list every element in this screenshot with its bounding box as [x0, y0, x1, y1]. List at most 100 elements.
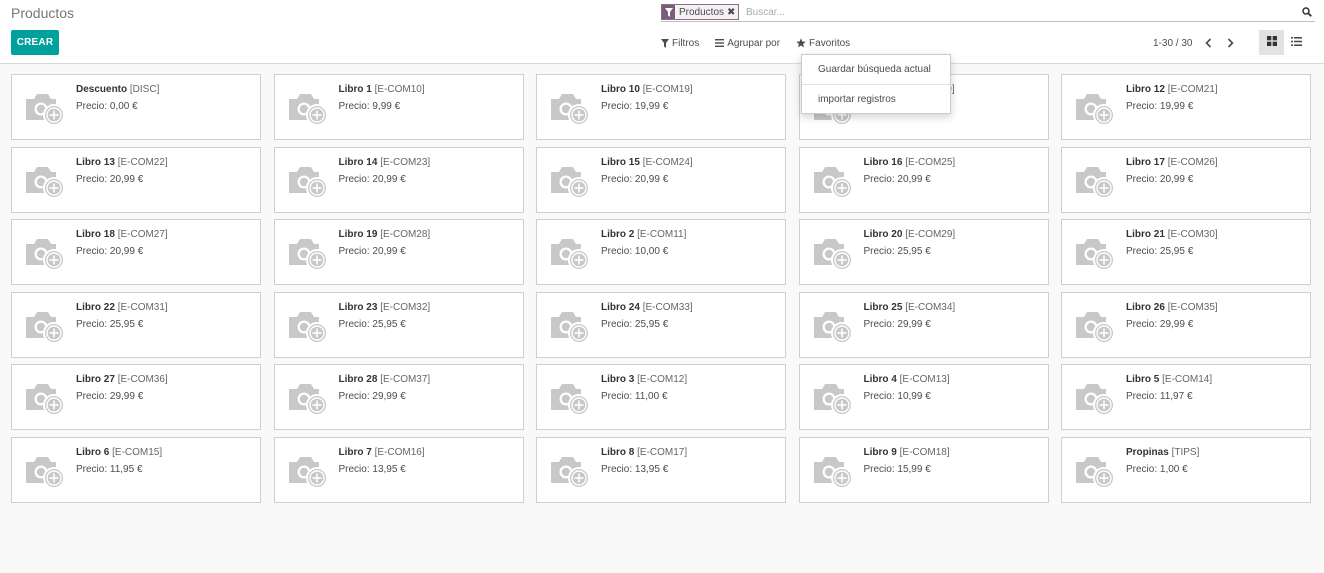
product-name-text: Propinas	[1126, 446, 1169, 458]
product-name: Libro 21 [E-COM30]	[1126, 229, 1218, 240]
product-card[interactable]: Libro 16 [E-COM25] Precio: 20,99 €	[798, 146, 1049, 213]
product-name-text: Libro 24	[601, 301, 640, 313]
kanban-view-button[interactable]	[1259, 30, 1284, 55]
product-name-text: Libro 23	[338, 301, 378, 313]
product-name-text: Libro 7	[338, 446, 372, 458]
product-card[interactable]: Libro 3 [E-COM12] Precio: 11,00 €	[536, 364, 786, 430]
product-price: Precio: 20,99 €	[338, 173, 406, 185]
product-card[interactable]: Libro 7 [E-COM16] Precio: 13,95 €	[273, 436, 524, 503]
camera-plus-icon	[1073, 88, 1117, 128]
product-card[interactable]: Libro 8 [E-COM17] Precio: 13,95 €	[536, 436, 786, 503]
list-icon	[1291, 36, 1302, 49]
product-name: Libro 13 [E-COM22]	[76, 157, 168, 168]
facet-value: Productos	[679, 6, 725, 18]
camera-plus-icon	[1073, 306, 1117, 346]
camera-plus-icon	[1073, 378, 1117, 418]
product-name-text: Libro 20	[863, 229, 903, 240]
product-price: Precio: 29,99 €	[338, 391, 406, 402]
product-card[interactable]: Libro 5 [E-COM14] Precio: 11,97 €	[1061, 364, 1311, 430]
product-name-text: Libro 27	[76, 374, 115, 385]
camera-plus-icon	[286, 306, 330, 346]
product-card[interactable]: Libro 24 [E-COM33] Precio: 25,95 €	[536, 291, 786, 358]
th-large-icon	[1266, 36, 1277, 49]
product-code: [E-COM10]	[374, 84, 425, 95]
product-price: Precio: 25,95 €	[601, 318, 669, 330]
product-price: Precio: 11,00 €	[601, 391, 668, 402]
pager: 1-30 / 30	[1153, 36, 1245, 50]
filter-icon	[662, 5, 675, 19]
view-switcher	[1259, 30, 1309, 55]
product-card[interactable]: Libro 22 [E-COM31] Precio: 25,95 €	[11, 291, 261, 358]
product-card[interactable]: Libro 17 [E-COM26] Precio: 20,99 €	[1061, 146, 1311, 213]
product-code: [E-COM27]	[117, 229, 168, 240]
bars-icon	[715, 39, 725, 47]
product-card[interactable]: Libro 20 [E-COM29] Precio: 25,95 €	[798, 219, 1049, 285]
product-name-text: Libro 12	[1126, 84, 1165, 95]
product-name: Libro 19 [E-COM28]	[339, 229, 431, 240]
product-card[interactable]: Libro 6 [E-COM15] Precio: 11,95 €	[11, 436, 261, 503]
product-card[interactable]: Libro 12 [E-COM21] Precio: 19,99 €	[1061, 74, 1311, 140]
product-price: Precio: 20,99 €	[76, 173, 144, 185]
search-facet[interactable]: Productos ✖	[661, 4, 740, 20]
product-card[interactable]: Libro 25 [E-COM34] Precio: 29,99 €	[798, 291, 1049, 358]
product-card[interactable]: Descuento [DISC] Precio: 0,00 €	[11, 74, 261, 140]
product-card[interactable]: Libro 15 [E-COM24] Precio: 20,99 €	[536, 146, 786, 213]
product-price: Precio: 9,99 €	[338, 101, 401, 112]
product-name: Libro 5 [E-COM14]	[1126, 374, 1212, 385]
filters-button[interactable]: Filtros	[661, 36, 699, 50]
product-card[interactable]: Libro 23 [E-COM32] Precio: 25,95 €	[273, 291, 524, 358]
camera-plus-icon	[23, 378, 67, 418]
product-card[interactable]: Libro 28 [E-COM37] Precio: 29,99 €	[273, 364, 524, 430]
product-code: [E-COM36]	[117, 374, 168, 385]
chevron-right-icon[interactable]	[1223, 36, 1237, 50]
product-card[interactable]: Libro 18 [E-COM27] Precio: 20,99 €	[11, 219, 261, 285]
product-name: Libro 7 [E-COM16]	[339, 447, 425, 458]
product-name: Libro 25 [E-COM34]	[864, 302, 956, 313]
chevron-left-icon[interactable]	[1201, 36, 1215, 50]
product-name-text: Libro 1	[338, 84, 372, 95]
search-icon[interactable]	[1299, 4, 1315, 20]
product-card[interactable]: Libro 14 [E-COM23] Precio: 20,99 €	[273, 146, 524, 213]
product-card[interactable]: Libro 26 [E-COM35] Precio: 29,99 €	[1061, 291, 1311, 358]
create-button[interactable]: CREAR	[11, 30, 59, 55]
product-name-text: Libro 26	[1126, 301, 1165, 313]
kanban-view: Descuento [DISC] Precio: 0,00 € Libro 1 …	[11, 74, 1311, 503]
product-price: Precio: 25,95 €	[863, 246, 931, 257]
product-card[interactable]: Libro 27 [E-COM36] Precio: 29,99 €	[11, 364, 261, 430]
product-price: Precio: 0,00 €	[76, 101, 138, 112]
product-card[interactable]: Libro 10 [E-COM19] Precio: 19,99 €	[536, 74, 786, 140]
search-input[interactable]	[746, 4, 1286, 20]
product-card[interactable]: Propinas [TIPS] Precio: 1,00 €	[1061, 436, 1311, 503]
product-name-text: Descuento	[76, 84, 128, 95]
camera-plus-icon	[23, 233, 67, 273]
camera-plus-icon	[811, 451, 855, 491]
product-name-text: Libro 8	[601, 446, 635, 458]
favorites-dropdown: Guardar búsqueda actual importar registr…	[801, 54, 951, 114]
group-by-button[interactable]: Agrupar por	[715, 36, 780, 50]
product-name: Libro 16 [E-COM25]	[864, 157, 956, 168]
product-name: Libro 3 [E-COM12]	[601, 374, 687, 385]
search-options: Filtros Agrupar por Favoritos	[661, 36, 866, 50]
product-name-text: Libro 22	[76, 301, 115, 313]
facet-remove-icon[interactable]: ✖	[727, 7, 738, 18]
product-name: Libro 12 [E-COM21]	[1126, 84, 1218, 95]
product-card[interactable]: Libro 9 [E-COM18] Precio: 15,99 €	[798, 436, 1049, 503]
product-name-text: Libro 16	[863, 156, 903, 168]
product-card[interactable]: Libro 19 [E-COM28] Precio: 20,99 €	[273, 219, 524, 285]
product-price: Precio: 20,99 €	[1126, 173, 1194, 185]
favorites-button[interactable]: Favoritos	[796, 36, 850, 50]
product-card[interactable]: Libro 2 [E-COM11] Precio: 10,00 €	[536, 219, 786, 285]
product-price: Precio: 19,99 €	[1126, 101, 1194, 112]
import-records-item[interactable]: importar registros	[802, 87, 950, 111]
product-name-text: Libro 6	[76, 446, 110, 458]
list-view-button[interactable]	[1284, 30, 1309, 55]
product-code: [E-COM33]	[642, 301, 693, 313]
product-card[interactable]: Libro 21 [E-COM30] Precio: 25,95 €	[1061, 219, 1311, 285]
product-code: [E-COM21]	[1167, 84, 1218, 95]
product-card[interactable]: Libro 1 [E-COM10] Precio: 9,99 €	[273, 74, 524, 140]
product-card[interactable]: Libro 13 [E-COM22] Precio: 20,99 €	[11, 146, 261, 213]
product-code: [E-COM18]	[899, 446, 950, 458]
product-card[interactable]: Libro 4 [E-COM13] Precio: 10,99 €	[798, 364, 1049, 430]
save-search-item[interactable]: Guardar búsqueda actual	[802, 57, 950, 81]
pager-value[interactable]: 1-30 / 30	[1153, 38, 1192, 49]
